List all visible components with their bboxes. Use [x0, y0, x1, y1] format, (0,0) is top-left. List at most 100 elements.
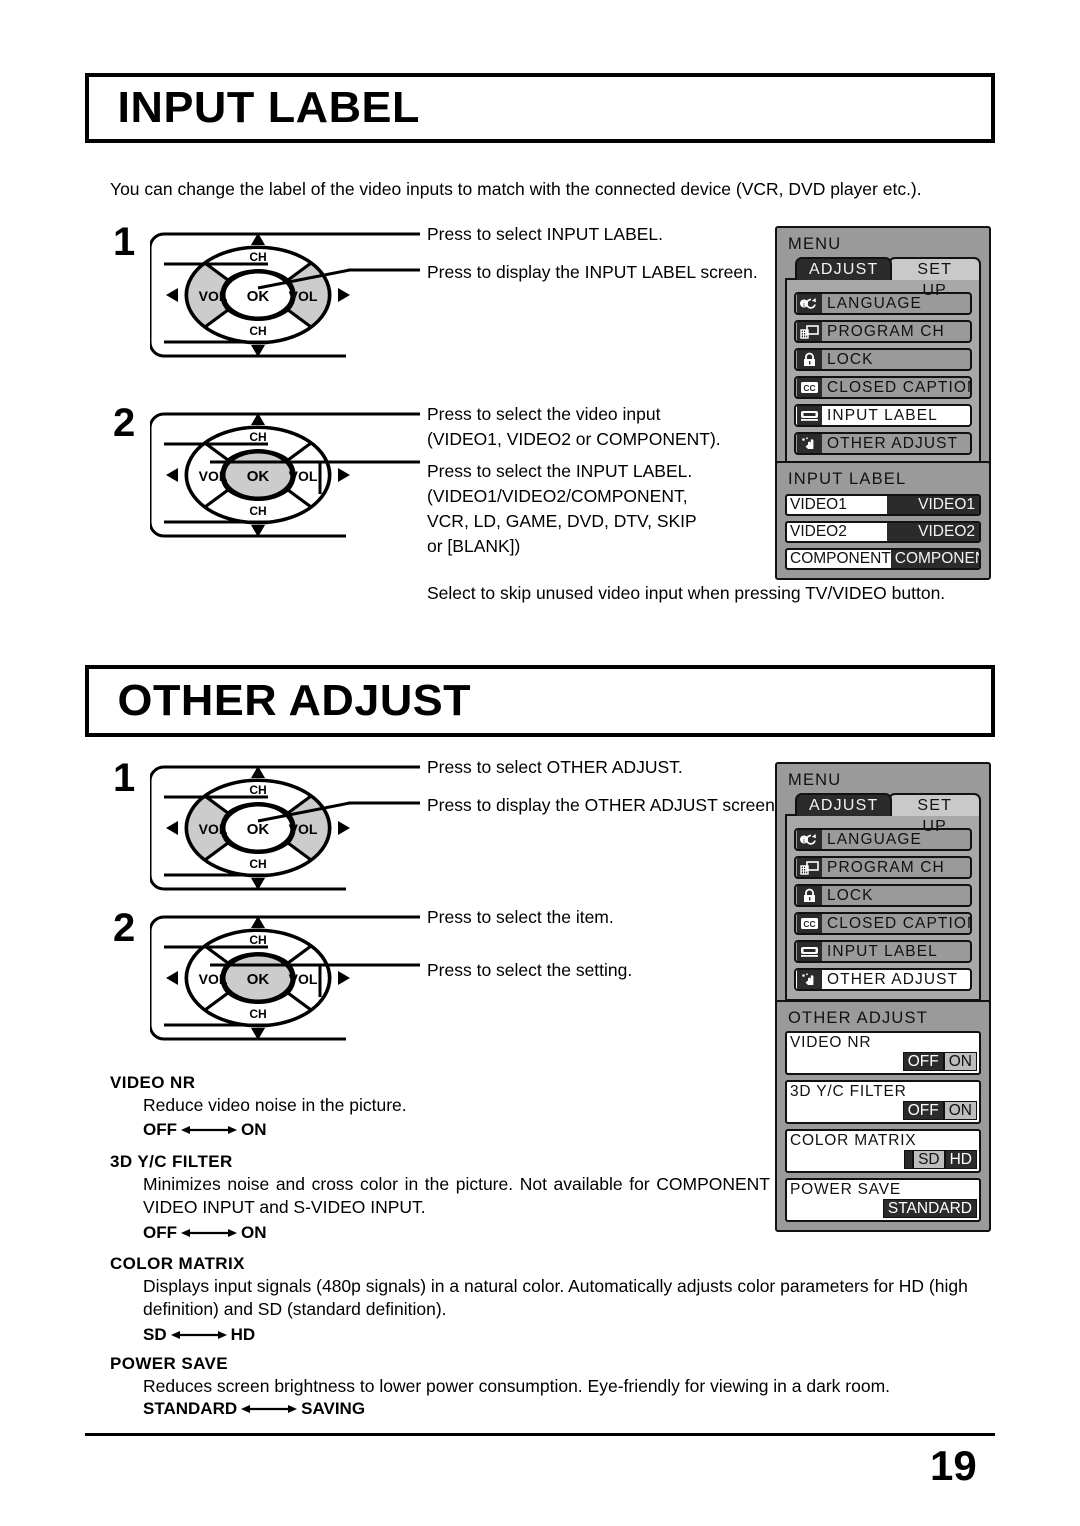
- page-number: 19: [930, 1442, 977, 1489]
- step2-line1-other-adjust: Press to select the item.: [427, 907, 614, 927]
- lock-icon: [797, 886, 822, 905]
- menu-item-program-ch[interactable]: PROGRAM CH: [794, 320, 972, 343]
- value-right: HD: [230, 1324, 256, 1344]
- closed-caption-icon: CC: [797, 378, 822, 397]
- input-value[interactable]: VIDEO2: [887, 523, 979, 541]
- page-title-input-label: INPUT LABEL: [117, 83, 420, 132]
- input-name: VIDEO2: [790, 523, 847, 540]
- menu-item-input-label[interactable]: INPUT LABEL: [794, 940, 972, 963]
- svg-text:CC: CC: [803, 383, 815, 393]
- option-off[interactable]: OFF: [902, 1101, 944, 1120]
- section-header-input-label: INPUT LABEL: [85, 73, 995, 143]
- menu-item-label: CLOSED CAPTION: [827, 914, 972, 932]
- program-ch-icon: [797, 322, 822, 341]
- menu-item-label: PROGRAM CH: [827, 858, 945, 876]
- other-adjust-item-color-matrix[interactable]: COLOR MATRIX SD HD: [785, 1129, 981, 1173]
- menu-item-program-ch[interactable]: PROGRAM CH: [794, 856, 972, 879]
- section-header-other-adjust: OTHER ADJUST: [85, 665, 995, 737]
- step-number-1-input-label: 1: [113, 220, 136, 264]
- menu-item-other-adjust[interactable]: OTHER ADJUST: [794, 968, 972, 991]
- input-value[interactable]: COMPONENT: [890, 550, 979, 568]
- menu-item-lock[interactable]: LOCK: [794, 884, 972, 907]
- value-right: ON: [241, 1222, 267, 1242]
- description-3d-yc-filter: 3D Y/C FILTER Minimizes noise and cross …: [110, 1151, 770, 1244]
- other-adjust-item-power-save[interactable]: POWER SAVE STANDARD: [785, 1178, 981, 1222]
- osd-menu-title: MENU: [788, 235, 842, 253]
- value-right: ON: [241, 1120, 267, 1140]
- description-body: Reduces screen brightness to lower power…: [143, 1376, 891, 1397]
- step2-line2-input-label: (VIDEO1, VIDEO2 or COMPONENT).: [427, 429, 721, 449]
- description-heading: COLOR MATRIX: [110, 1254, 245, 1273]
- input-label-icon: [797, 406, 822, 425]
- option-standard[interactable]: STANDARD: [882, 1199, 977, 1218]
- language-icon: i: [797, 294, 822, 313]
- setting-name: 3D Y/C FILTER: [790, 1083, 907, 1100]
- step1-line1-other-adjust: Press to select OTHER ADJUST.: [427, 757, 683, 777]
- step1-line1-input-label: Press to select INPUT LABEL.: [427, 224, 664, 244]
- setting-name: POWER SAVE: [790, 1181, 902, 1198]
- option-on[interactable]: ON: [943, 1052, 977, 1071]
- menu-item-input-label[interactable]: INPUT LABEL: [794, 404, 972, 427]
- other-adjust-items: VIDEO NR OFF ON 3D Y/C FILTER OFF ON COL…: [785, 1031, 981, 1222]
- input-value[interactable]: VIDEO1: [887, 496, 979, 514]
- tab-adjust[interactable]: ADJUST: [795, 793, 893, 816]
- leader-lines-step2-other-adjust: [164, 915, 420, 967]
- menu-item-lock[interactable]: LOCK: [794, 348, 972, 371]
- leader-lines-step2-input-label: [164, 412, 420, 464]
- menu-item-label: CLOSED CAPTION: [827, 378, 972, 396]
- setting-options: OFF ON: [790, 1052, 977, 1071]
- closed-caption-icon: CC: [797, 914, 822, 933]
- double-arrow-icon: [181, 1227, 237, 1239]
- description-heading: POWER SAVE: [110, 1354, 228, 1373]
- osd-menu-tabs: ADJUST SET UP: [795, 793, 981, 835]
- osd-other-adjust-screen: OTHER ADJUST VIDEO NR OFF ON 3D Y/C FILT…: [775, 1000, 991, 1232]
- menu-item-closed-caption[interactable]: CC CLOSED CAPTION: [794, 376, 972, 399]
- setting-options: OFF ON: [790, 1101, 977, 1120]
- input-name: VIDEO1: [790, 496, 847, 513]
- program-ch-icon: [797, 858, 822, 877]
- step2-line4-input-label: (VIDEO1/VIDEO2/COMPONENT,: [427, 486, 688, 506]
- double-arrow-icon: [170, 1329, 227, 1341]
- menu-item-closed-caption[interactable]: CC CLOSED CAPTION: [794, 912, 972, 935]
- other-adjust-icon: [797, 434, 822, 453]
- value-left: STANDARD: [143, 1399, 238, 1419]
- option-hd[interactable]: HD: [944, 1150, 977, 1169]
- menu-item-other-adjust[interactable]: OTHER ADJUST: [794, 432, 972, 455]
- double-arrow-icon: [241, 1403, 298, 1415]
- manual-page: INPUT LABEL You can change the label of …: [0, 0, 1080, 1526]
- option-on[interactable]: ON: [943, 1101, 977, 1120]
- osd-menu-screen-other-adjust: MENU ADJUST SET UP i LANGUAGE PROGRAM CH: [775, 762, 991, 1011]
- tab-setup[interactable]: SET UP: [888, 793, 981, 835]
- value-left: SD: [143, 1324, 167, 1344]
- menu-item-label: LOCK: [827, 886, 874, 904]
- step2-line2-other-adjust: Press to select the setting.: [427, 960, 633, 980]
- value-right: SAVING: [301, 1399, 366, 1419]
- step2-line3-input-label: Press to select the INPUT LABEL.: [427, 461, 693, 481]
- input-label-rows: VIDEO1 VIDEO1 VIDEO2 VIDEO2 COMPONENT CO…: [785, 492, 981, 570]
- option-off[interactable]: OFF: [902, 1052, 944, 1071]
- menu-item-label: OTHER ADJUST: [827, 434, 959, 452]
- setting-name: VIDEO NR: [790, 1034, 872, 1051]
- step1-line2-input-label: Press to display the INPUT LABEL screen.: [427, 262, 758, 282]
- other-adjust-item-3d-yc-filter[interactable]: 3D Y/C FILTER OFF ON: [785, 1080, 981, 1124]
- input-label-row[interactable]: VIDEO2 VIDEO2: [785, 521, 981, 543]
- description-color-matrix: COLOR MATRIX Displays input signals (480…: [110, 1253, 995, 1346]
- tab-adjust[interactable]: ADJUST: [795, 257, 893, 280]
- lock-icon: [797, 350, 822, 369]
- step1-line2-other-adjust: Press to display the OTHER ADJUST screen…: [427, 795, 780, 815]
- osd-menu-list: i LANGUAGE PROGRAM CH LOCK CC CLOSED CAP…: [785, 278, 981, 465]
- input-label-row[interactable]: VIDEO1 VIDEO1: [785, 494, 981, 516]
- osd-input-label-screen: INPUT LABEL VIDEO1 VIDEO1 VIDEO2 VIDEO2 …: [775, 461, 991, 580]
- step-number-1-other-adjust: 1: [113, 756, 136, 800]
- description-heading: VIDEO NR: [110, 1073, 196, 1092]
- other-adjust-item-video-nr[interactable]: VIDEO NR OFF ON: [785, 1031, 981, 1075]
- tab-setup[interactable]: SET UP: [888, 257, 981, 299]
- input-label-icon: [797, 942, 822, 961]
- setting-options: SD HD: [790, 1150, 977, 1169]
- setting-name: COLOR MATRIX: [790, 1132, 917, 1149]
- osd-menu-tabs: ADJUST SET UP: [795, 257, 981, 299]
- option-sd[interactable]: SD: [913, 1150, 945, 1169]
- input-label-row[interactable]: COMPONENT COMPONENT: [785, 548, 981, 570]
- double-arrow-icon: [181, 1124, 237, 1136]
- menu-item-label: INPUT LABEL: [827, 406, 938, 424]
